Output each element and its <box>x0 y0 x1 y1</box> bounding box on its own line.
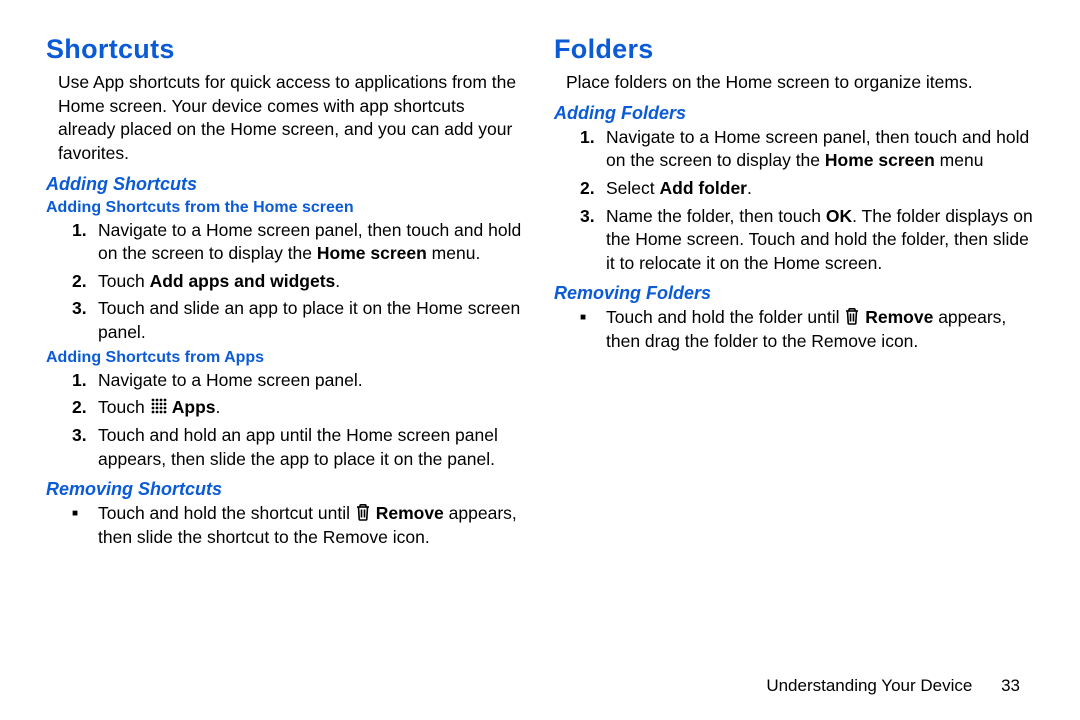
two-column-layout: Shortcuts Use App shortcuts for quick ac… <box>46 34 1034 553</box>
list-text: Navigate to a Home screen panel, then to… <box>98 219 526 266</box>
list-item: 2. Select Add folder. <box>580 177 1034 201</box>
bullet-icon: ■ <box>72 502 98 521</box>
list-from-home: 1. Navigate to a Home screen panel, then… <box>46 219 526 345</box>
list-adding-folders: 1. Navigate to a Home screen panel, then… <box>554 126 1034 276</box>
text: . <box>335 271 340 291</box>
bold-text: Apps <box>168 397 216 417</box>
text: Touch <box>98 271 150 291</box>
text: Touch <box>98 397 150 417</box>
heading-from-home: Adding Shortcuts from the Home screen <box>46 199 526 217</box>
heading-shortcuts: Shortcuts <box>46 34 526 65</box>
text: Name the folder, then touch <box>606 206 826 226</box>
bold-text: Home screen <box>317 243 427 263</box>
list-item: 2. Touch Add apps and widgets. <box>72 270 526 294</box>
trash-icon <box>355 503 371 521</box>
bold-text: Remove <box>371 503 444 523</box>
text: menu <box>935 150 984 170</box>
heading-removing-shortcuts: Removing Shortcuts <box>46 479 526 500</box>
heading-adding-folders: Adding Folders <box>554 103 1034 124</box>
bold-text: Home screen <box>825 150 935 170</box>
list-text: Touch Add apps and widgets. <box>98 270 526 294</box>
list-text: Select Add folder. <box>606 177 1034 201</box>
shortcuts-intro: Use App shortcuts for quick access to ap… <box>58 71 526 166</box>
right-column: Folders Place folders on the Home screen… <box>554 34 1034 553</box>
list-text: Name the folder, then touch OK. The fold… <box>606 205 1034 276</box>
list-removing-shortcuts: ■ Touch and hold the shortcut until Remo… <box>46 502 526 549</box>
text: Touch and hold the folder until <box>606 307 844 327</box>
list-from-apps: 1. Navigate to a Home screen panel. 2. T… <box>46 369 526 472</box>
text: Touch and hold the shortcut until <box>98 503 355 523</box>
list-number: 3. <box>72 297 98 321</box>
list-text: Navigate to a Home screen panel, then to… <box>606 126 1034 173</box>
text: Select <box>606 178 660 198</box>
list-number: 3. <box>72 424 98 448</box>
heading-from-apps: Adding Shortcuts from Apps <box>46 349 526 367</box>
list-number: 1. <box>72 219 98 243</box>
list-item: ■ Touch and hold the shortcut until Remo… <box>72 502 526 549</box>
list-text: Touch Apps. <box>98 396 526 420</box>
list-text: Touch and hold the shortcut until Remove… <box>98 502 526 549</box>
list-item: 1. Navigate to a Home screen panel, then… <box>72 219 526 266</box>
bold-text: OK <box>826 206 852 226</box>
list-number: 3. <box>580 205 606 229</box>
bullet-icon: ■ <box>580 306 606 325</box>
list-text: Navigate to a Home screen panel. <box>98 369 526 393</box>
list-item: 3. Name the folder, then touch OK. The f… <box>580 205 1034 276</box>
list-text: Touch and slide an app to place it on th… <box>98 297 526 344</box>
heading-folders: Folders <box>554 34 1034 65</box>
list-number: 1. <box>580 126 606 150</box>
page-footer: Understanding Your Device 33 <box>766 676 1020 696</box>
page-number: 33 <box>1001 676 1020 695</box>
list-number: 1. <box>72 369 98 393</box>
left-column: Shortcuts Use App shortcuts for quick ac… <box>46 34 526 553</box>
list-item: 3. Touch and slide an app to place it on… <box>72 297 526 344</box>
bold-text: Remove <box>860 307 933 327</box>
list-item: 1. Navigate to a Home screen panel, then… <box>580 126 1034 173</box>
text: . <box>216 397 221 417</box>
heading-adding-shortcuts: Adding Shortcuts <box>46 174 526 195</box>
list-number: 2. <box>72 270 98 294</box>
text: . <box>747 178 752 198</box>
list-item: 1. Navigate to a Home screen panel. <box>72 369 526 393</box>
manual-page: Shortcuts Use App shortcuts for quick ac… <box>0 0 1080 720</box>
list-text: Touch and hold the folder until Remove a… <box>606 306 1034 353</box>
bold-text: Add apps and widgets <box>150 271 336 291</box>
heading-removing-folders: Removing Folders <box>554 283 1034 304</box>
bold-text: Add folder <box>660 178 748 198</box>
trash-icon <box>844 307 860 325</box>
list-item: 2. Touch Apps. <box>72 396 526 420</box>
list-item: 3. Touch and hold an app until the Home … <box>72 424 526 471</box>
folders-intro: Place folders on the Home screen to orga… <box>566 71 1034 95</box>
list-number: 2. <box>72 396 98 420</box>
list-removing-folders: ■ Touch and hold the folder until Remove… <box>554 306 1034 353</box>
list-item: ■ Touch and hold the folder until Remove… <box>580 306 1034 353</box>
footer-section: Understanding Your Device <box>766 676 972 695</box>
apps-grid-icon <box>150 397 168 415</box>
list-number: 2. <box>580 177 606 201</box>
text: menu. <box>427 243 481 263</box>
list-text: Touch and hold an app until the Home scr… <box>98 424 526 471</box>
